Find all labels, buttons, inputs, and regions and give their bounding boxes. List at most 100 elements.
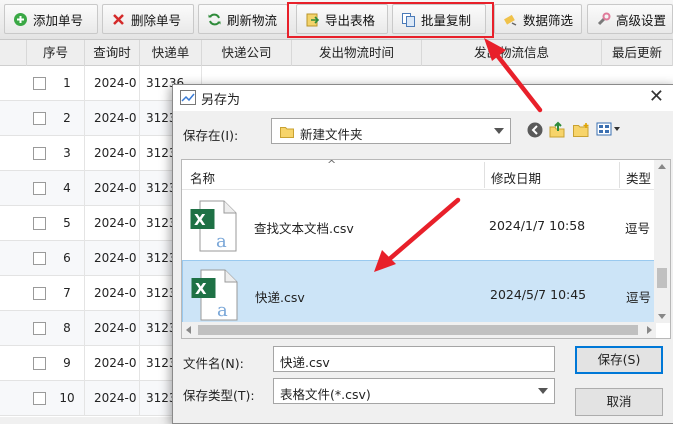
row-checkbox[interactable]: [33, 392, 46, 405]
delete-tracking-button[interactable]: 删除单号: [102, 4, 194, 34]
save-button[interactable]: 保存(S): [575, 346, 663, 374]
row-indicator-header: [0, 40, 27, 66]
col-header-query-time[interactable]: 查询时: [85, 40, 140, 66]
sort-up-icon: ^: [327, 158, 337, 171]
column-divider[interactable]: [484, 162, 485, 188]
save-in-select[interactable]: 新建文件夹: [271, 118, 511, 144]
row-query-time: 2024-0: [85, 101, 140, 136]
cancel-button[interactable]: 取消: [575, 388, 663, 416]
scrollbar-thumb[interactable]: [657, 268, 667, 288]
col-header-modified[interactable]: 修改日期: [491, 168, 541, 187]
svg-text:a: a: [217, 300, 228, 321]
row-index: 6: [50, 241, 85, 276]
add-tracking-button[interactable]: 添加单号: [4, 4, 98, 34]
row-index: 3: [50, 136, 85, 171]
row-checkbox[interactable]: [33, 112, 46, 125]
scroll-down-icon[interactable]: [658, 314, 666, 319]
row-index: 10: [50, 381, 85, 416]
file-type: 逗号: [626, 290, 652, 305]
col-header-type[interactable]: 类型: [626, 168, 651, 187]
export-table-button[interactable]: 导出表格: [296, 4, 388, 34]
row-checkbox[interactable]: [33, 77, 46, 90]
row-query-time: 2024-0: [85, 171, 140, 206]
close-icon[interactable]: ✕: [649, 86, 664, 107]
save-in-label: 保存在(I):: [183, 128, 239, 143]
row-index: 8: [50, 311, 85, 346]
row-index: 4: [50, 171, 85, 206]
svg-text:a: a: [216, 231, 227, 252]
refresh-logistics-button[interactable]: 刷新物流: [198, 4, 288, 34]
save-as-icon: [180, 90, 196, 105]
filter-icon: [503, 12, 518, 27]
horizontal-scrollbar[interactable]: [182, 322, 656, 338]
svg-text:X: X: [195, 280, 207, 298]
col-header-ship-time[interactable]: 发出物流时间: [292, 40, 422, 66]
plus-circle-icon: [13, 12, 28, 27]
filename-label: 文件名(N):: [183, 356, 244, 371]
col-header-index[interactable]: 序号: [27, 40, 85, 66]
chevron-down-icon: [494, 128, 504, 134]
copy-icon: [401, 12, 416, 27]
file-name: 查找文本文档.csv: [254, 221, 354, 236]
row-query-time: 2024-0: [85, 381, 140, 416]
excel-file-icon: Xa: [190, 199, 240, 253]
filename-input[interactable]: 快递.csv: [273, 346, 555, 372]
filename-value: 快递.csv: [280, 355, 330, 370]
scroll-right-icon[interactable]: [647, 326, 652, 334]
row-query-time: 2024-0: [85, 346, 140, 381]
svg-text:X: X: [194, 211, 206, 229]
filetype-select[interactable]: 表格文件(*.csv): [273, 378, 555, 404]
dialog-title: 另存为: [201, 93, 241, 108]
save-as-dialog: 另存为 ✕ 保存在(I): 新建文件夹 ^ 名称 修改日期 类型 X a 查找文…: [172, 84, 673, 424]
scroll-up-icon[interactable]: [658, 164, 666, 169]
col-header-courier[interactable]: 快递公司: [202, 40, 292, 66]
save-in-value: 新建文件夹: [300, 127, 363, 142]
toolbar: 添加单号 删除单号 刷新物流 导出表格 批量复制 数据筛选 高级设置: [0, 0, 673, 40]
excel-file-icon: Xa: [191, 268, 241, 322]
row-query-time: 2024-0: [85, 276, 140, 311]
back-icon[interactable]: [527, 122, 543, 138]
row-query-time: 2024-0: [85, 136, 140, 171]
view-menu-icon[interactable]: [596, 122, 622, 137]
file-type: 逗号: [625, 221, 651, 236]
batch-copy-button[interactable]: 批量复制: [392, 4, 486, 34]
file-row-selected[interactable]: Xa 快递.csv 2024/5/7 10:45 逗号: [182, 260, 656, 328]
scroll-left-icon[interactable]: [186, 326, 191, 334]
row-checkbox[interactable]: [33, 322, 46, 335]
row-index: 7: [50, 276, 85, 311]
h-scrollbar-thumb[interactable]: [198, 325, 638, 335]
delete-x-icon: [111, 12, 126, 27]
col-header-tracking-no[interactable]: 快递单: [140, 40, 202, 66]
row-checkbox[interactable]: [33, 182, 46, 195]
row-checkbox[interactable]: [33, 252, 46, 265]
refresh-icon: [207, 12, 222, 27]
dialog-title-bar: 另存为 ✕: [173, 85, 673, 111]
filetype-value: 表格文件(*.csv): [280, 387, 371, 402]
wrench-icon: [596, 12, 611, 27]
file-row[interactable]: Xa 查找文本文档.csv 2024/1/7 10:58 逗号: [182, 192, 656, 260]
file-name: 快递.csv: [255, 290, 305, 305]
row-index: 2: [50, 101, 85, 136]
file-list[interactable]: ^ 名称 修改日期 类型 Xa 查找文本文档.csv 2024/1/7 10:5…: [181, 158, 671, 339]
row-index: 1: [50, 66, 85, 101]
col-header-name[interactable]: 名称: [190, 168, 215, 187]
advanced-settings-button[interactable]: 高级设置: [587, 4, 673, 34]
row-checkbox[interactable]: [33, 147, 46, 160]
up-folder-icon[interactable]: [549, 121, 565, 138]
row-query-time: 2024-0: [85, 66, 140, 101]
row-index: 9: [50, 346, 85, 381]
file-date: 2024/1/7 10:58: [489, 218, 586, 233]
data-filter-button[interactable]: 数据筛选: [494, 4, 582, 34]
row-checkbox[interactable]: [33, 357, 46, 370]
row-query-time: 2024-0: [85, 206, 140, 241]
export-icon: [305, 12, 320, 27]
new-folder-icon[interactable]: [573, 122, 590, 137]
col-header-ship-info[interactable]: 发出物流信息: [422, 40, 602, 66]
col-header-last-update[interactable]: 最后更新: [602, 40, 673, 66]
row-checkbox[interactable]: [33, 287, 46, 300]
row-checkbox[interactable]: [33, 217, 46, 230]
file-list-header: ^ 名称 修改日期 类型: [182, 158, 670, 190]
vertical-scrollbar[interactable]: [654, 160, 670, 323]
column-divider[interactable]: [619, 162, 620, 188]
file-date: 2024/5/7 10:45: [490, 287, 587, 302]
